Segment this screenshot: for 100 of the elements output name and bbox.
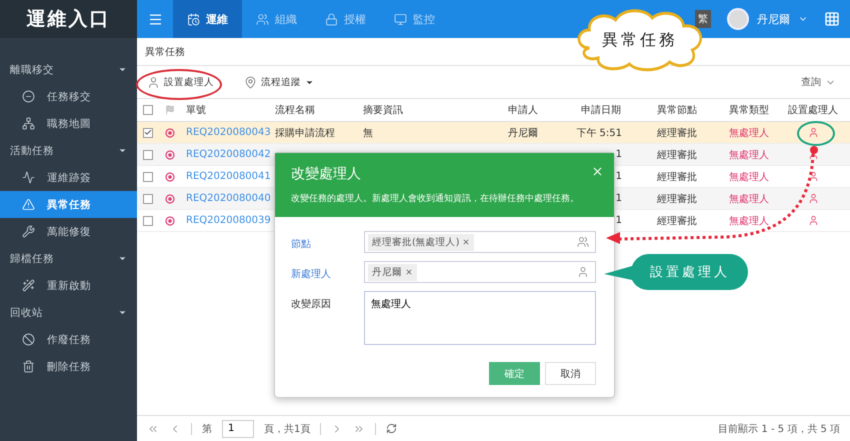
- row-checkbox[interactable]: [143, 150, 153, 160]
- refresh-button[interactable]: [386, 423, 398, 434]
- search-toggle[interactable]: 查詢: [795, 74, 842, 90]
- column-header: 單號: [185, 104, 207, 117]
- toolbar-button[interactable]: 流程追蹤: [242, 74, 316, 90]
- assign-user-icon[interactable]: [808, 127, 818, 138]
- page-heading: 異常任務: [145, 46, 185, 58]
- table-cell-text: 1: [614, 215, 622, 226]
- sidebar-section[interactable]: 活動任務: [0, 137, 137, 164]
- highlight-circle: [797, 121, 835, 146]
- sidebar-item[interactable]: 刪除任務: [0, 353, 137, 380]
- minus-circle-icon: [22, 90, 35, 103]
- refresh-icon: [386, 423, 398, 434]
- sidebar-section[interactable]: 回收站: [0, 299, 137, 326]
- column-header: 摘要資訊: [362, 104, 404, 117]
- table-cell-text: 無處理人: [728, 148, 770, 162]
- trash-icon: [22, 360, 35, 373]
- user-icon: [147, 76, 160, 88]
- field-label: 改變原因: [291, 298, 332, 311]
- column-header: 異常節點: [656, 104, 698, 117]
- column-header: 異常類型: [728, 104, 770, 117]
- column-header: 申請人: [507, 104, 539, 117]
- user-menu[interactable]: 丹尼爾: [757, 12, 790, 26]
- callout-text: 異常任務: [602, 30, 678, 50]
- table-cell-text: 無處理人: [728, 170, 770, 184]
- sidebar-section[interactable]: 歸檔任務: [0, 245, 137, 272]
- status-icon: [165, 128, 175, 138]
- table-cell-text: 經理審批: [656, 214, 698, 228]
- remove-icon[interactable]: [462, 238, 470, 246]
- row-checkbox[interactable]: [143, 194, 153, 204]
- row-checkbox[interactable]: [143, 172, 153, 182]
- table-cell-text: 採購申請流程: [274, 126, 336, 140]
- close-icon: [591, 165, 604, 178]
- table-cell-text: 下午 5:51: [575, 126, 622, 140]
- pulse-icon: [22, 171, 35, 184]
- sidebar-section[interactable]: 離職移交: [0, 56, 137, 83]
- tag[interactable]: 經理審批(無處理人): [368, 234, 474, 250]
- reason-textarea[interactable]: 無處理人: [364, 291, 596, 345]
- field-label: 節點: [291, 238, 312, 251]
- table-cell-text: 經理審批: [656, 192, 698, 206]
- lock-icon: [325, 12, 338, 26]
- record-summary: 目前顯示 1 - 5 項，共 5 項: [718, 422, 840, 436]
- caret-icon: [118, 65, 127, 74]
- dialog-title: 改變處理人: [291, 165, 361, 183]
- dialog-description: 改變任務的處理人。新處理人會收到通知資訊，在待辦任務中處理任務。: [291, 192, 579, 205]
- column-header: 設置處理人: [787, 104, 839, 117]
- pin-icon: [244, 76, 257, 88]
- sidebar-item[interactable]: 任務移交: [0, 83, 137, 110]
- table-cell-text: 1: [614, 171, 622, 182]
- avatar[interactable]: [727, 8, 749, 30]
- table-cell-text: 無處理人: [728, 192, 770, 206]
- column-header: 申請日期: [580, 104, 622, 117]
- language-badge[interactable]: 繁: [695, 10, 711, 28]
- close-button[interactable]: [591, 165, 604, 178]
- user-icon: [577, 266, 589, 278]
- sidebar-item[interactable]: 重新啟動: [0, 272, 137, 299]
- select-all-checkbox[interactable]: [143, 105, 153, 115]
- page-label: 第: [202, 422, 212, 436]
- assign-user-icon[interactable]: [808, 215, 818, 226]
- table-cell-text: 經理審批: [656, 148, 698, 162]
- table-cell-text: 1: [614, 149, 622, 160]
- table-cell-text: 無: [362, 126, 374, 140]
- status-icon: [165, 194, 175, 204]
- picker-field[interactable]: 經理審批(無處理人): [364, 231, 596, 253]
- sidebar-item[interactable]: 職務地圖: [0, 110, 137, 137]
- ban-icon: [22, 333, 35, 346]
- flag-icon: [165, 105, 175, 115]
- wand-icon: [22, 279, 35, 292]
- network-icon: [22, 117, 35, 130]
- table-cell-text: 丹尼爾: [507, 126, 539, 140]
- row-checkbox[interactable]: [143, 216, 153, 226]
- toolbar-button[interactable]: 設置處理人: [145, 74, 216, 90]
- callout-text: 設置處理人: [650, 264, 730, 281]
- row-checkbox[interactable]: [143, 128, 153, 138]
- tag[interactable]: 丹尼爾: [368, 264, 417, 280]
- app-title: 運維入口: [0, 0, 137, 38]
- assign-user-icon[interactable]: [808, 193, 818, 204]
- status-icon: [165, 172, 175, 182]
- warning-icon: [22, 198, 35, 211]
- apps-grid-icon[interactable]: [824, 11, 840, 27]
- sidebar-item[interactable]: 運維跡簽: [0, 164, 137, 191]
- table-cell-text: 經理審批: [656, 170, 698, 184]
- sidebar-item[interactable]: 萬能修復: [0, 218, 137, 245]
- nav-tab[interactable]: 運維: [173, 0, 242, 38]
- menu-icon: [148, 12, 162, 26]
- table-cell-text: 無處理人: [728, 214, 770, 228]
- remove-icon[interactable]: [405, 268, 413, 276]
- page-count: 頁，共1頁: [264, 422, 310, 436]
- sidebar-item[interactable]: 作廢任務: [0, 326, 137, 353]
- wrench-icon: [22, 225, 35, 238]
- calendar-icon: [187, 12, 200, 26]
- sidebar-item[interactable]: 異常任務: [0, 191, 137, 218]
- cancel-button[interactable]: 取消: [545, 362, 596, 385]
- picker-field[interactable]: 丹尼爾: [364, 261, 596, 283]
- status-icon: [165, 150, 175, 160]
- caret-icon: [118, 146, 127, 155]
- table-cell-text: 1: [614, 193, 622, 204]
- page-input[interactable]: 1: [222, 420, 254, 438]
- status-icon: [165, 216, 175, 226]
- users-icon: [256, 12, 269, 26]
